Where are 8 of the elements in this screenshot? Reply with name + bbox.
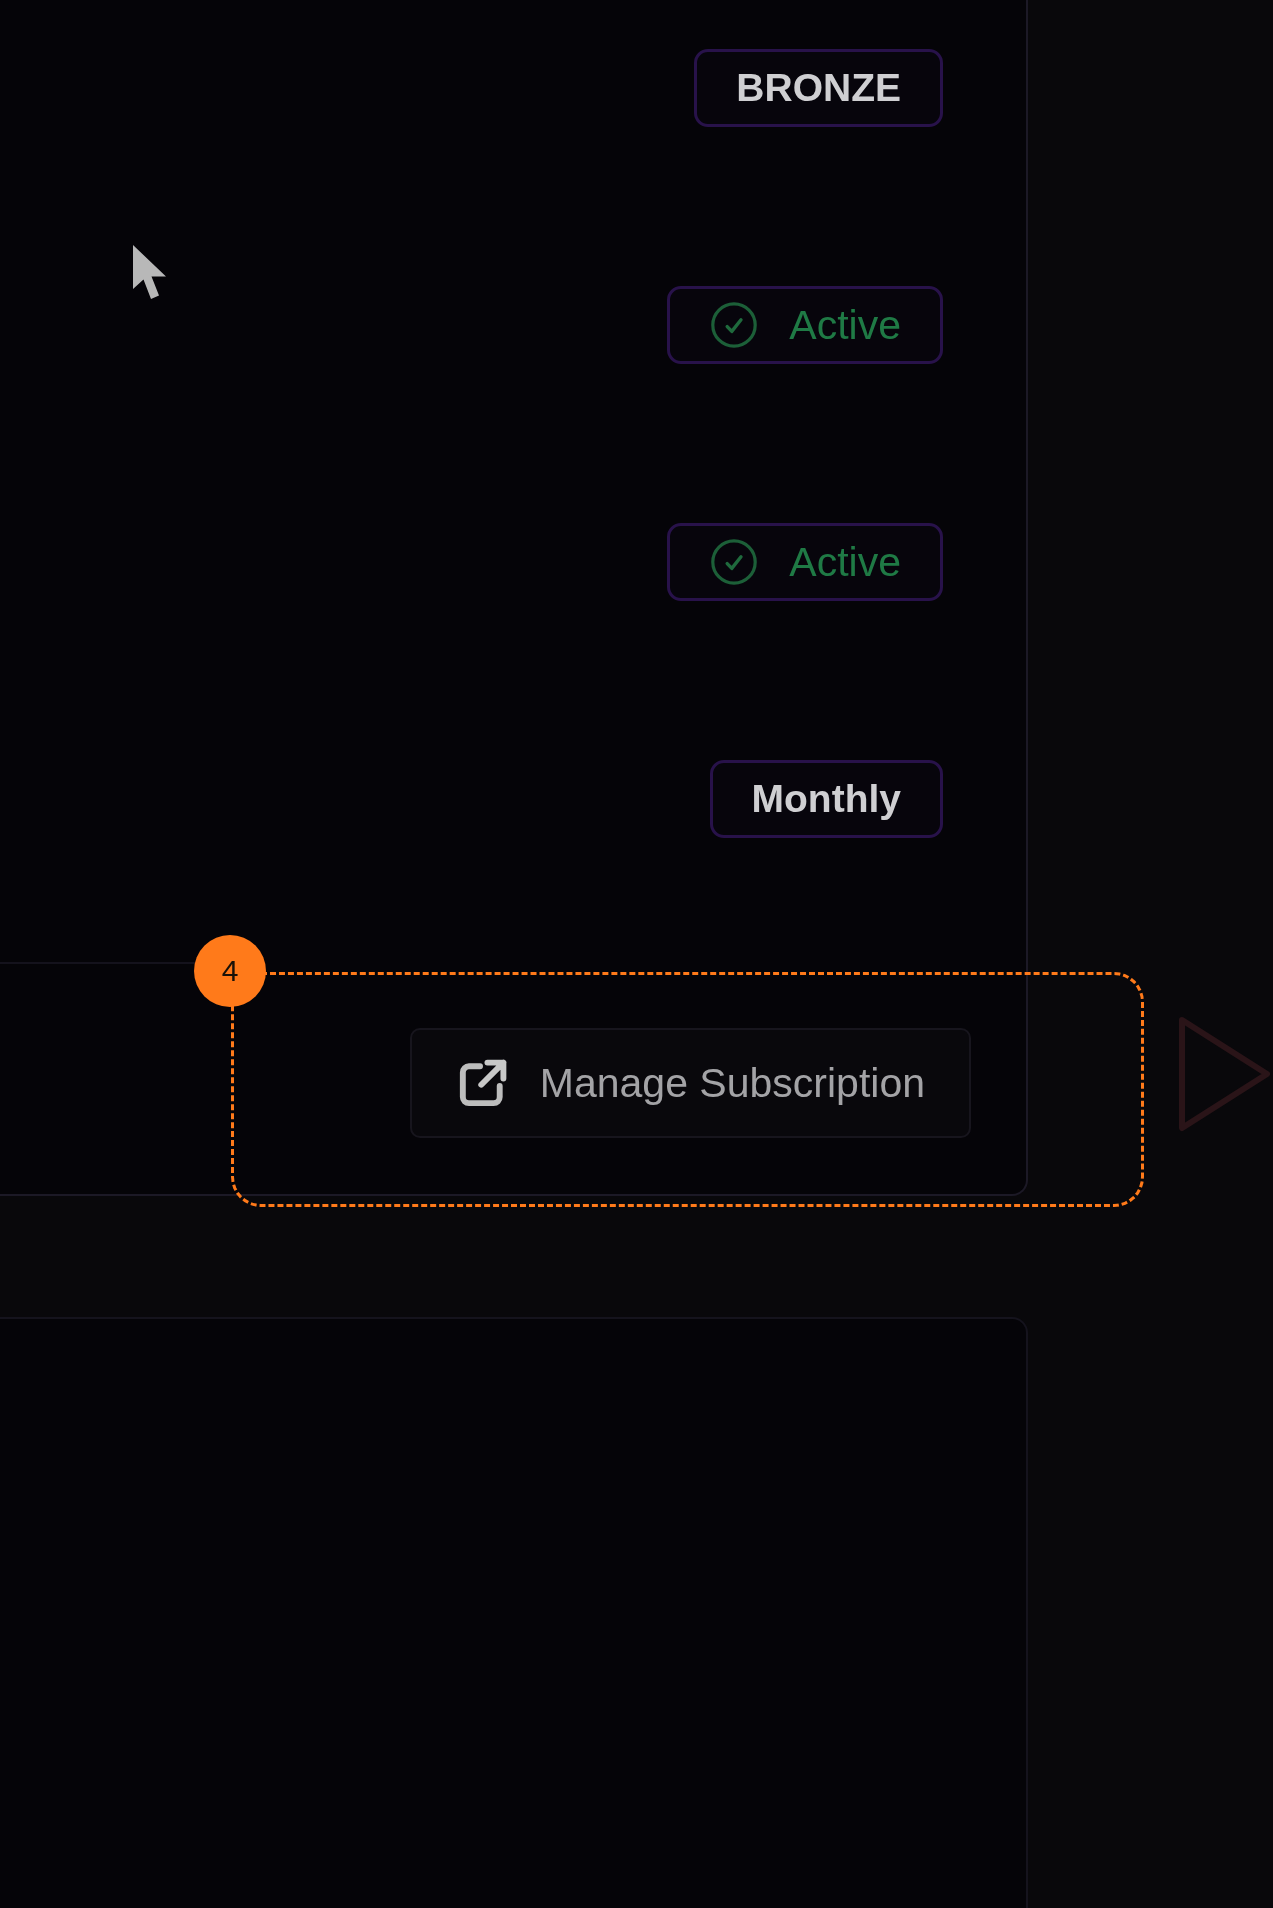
status-text: Active (789, 541, 901, 583)
plan-badge: BRONZE (694, 49, 943, 127)
check-circle-icon (710, 538, 759, 586)
plan-badge: Monthly (709, 760, 943, 838)
manage-subscription-button[interactable]: Manage Subscription (409, 1028, 971, 1138)
check-circle-icon (710, 301, 759, 349)
play-icon[interactable] (1178, 1016, 1271, 1132)
status-text: Active (789, 304, 901, 346)
